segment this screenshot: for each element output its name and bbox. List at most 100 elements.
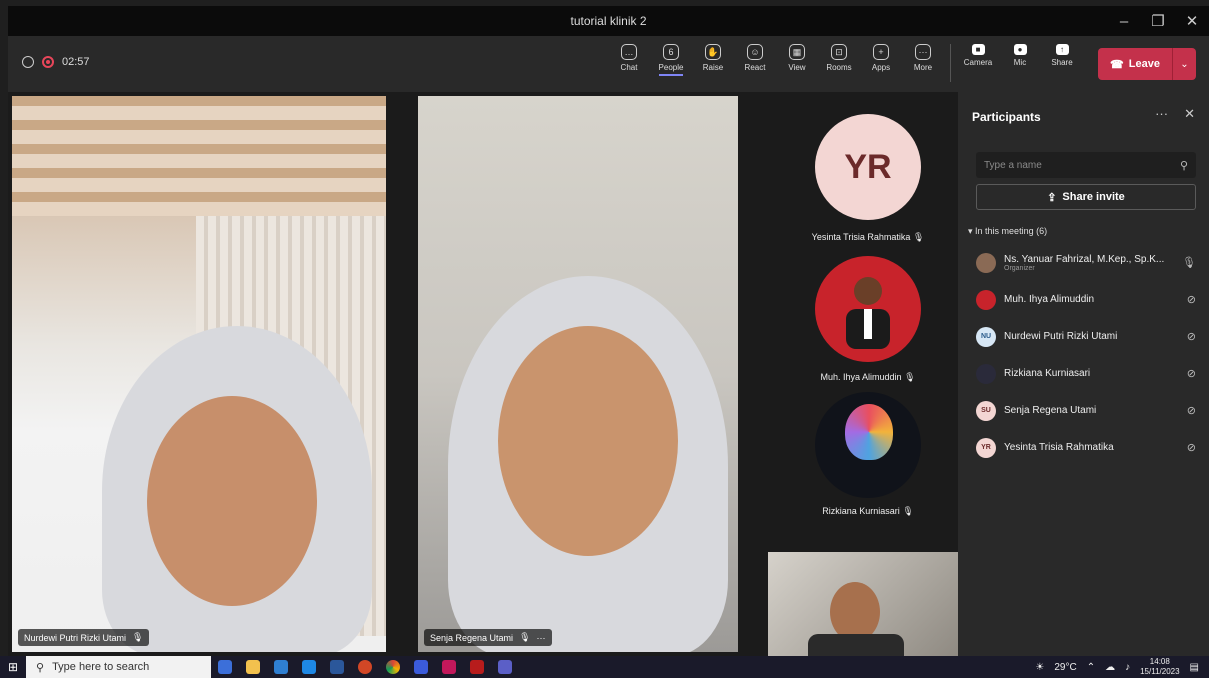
people-icon: 6 xyxy=(663,44,679,60)
raise-hand-button[interactable]: ✋ Raise xyxy=(692,44,734,82)
participant-row[interactable]: YR Yesinta Trisia Rahmatika ⊘ xyxy=(976,429,1198,466)
participant-row[interactable]: NU Nurdewi Putri Rizki Utami ⊘ xyxy=(976,318,1198,355)
participant-search[interactable]: ⚲ xyxy=(976,152,1196,178)
leave-control: ☎ Leave ⌄ xyxy=(1098,48,1196,80)
camera-button[interactable]: ■ Camera xyxy=(957,44,999,82)
title-bar: tutorial klinik 2 – ❐ ✕ xyxy=(8,6,1209,36)
weather-temp: 29°C xyxy=(1054,661,1077,673)
recording-icon xyxy=(42,56,54,68)
file-explorer-icon[interactable] xyxy=(239,656,267,678)
avatar: NU xyxy=(976,326,996,347)
chevron-up-icon[interactable]: ⌃ xyxy=(1087,662,1095,673)
avatar-yesinta[interactable]: YR xyxy=(815,114,921,220)
windows-taskbar: ⊞ ⚲ Type here to search ☀ 29°C ⌃ ☁ ♪ 14:… xyxy=(0,656,1209,678)
mic-muted-icon: 🎙 xyxy=(904,372,916,382)
mic-muted-icon: 🎙 xyxy=(519,632,531,642)
view-icon: ▦ xyxy=(789,44,805,60)
toolbar-actions: … Chat 6 People ✋ Raise ☺ React ▦ View ⊡… xyxy=(608,44,1083,82)
camera-icon: ■ xyxy=(971,44,985,55)
video-stage: Nurdewi Putri Rizki Utami 🎙 Senja Regena… xyxy=(8,92,958,656)
system-tray: ☀ 29°C ⌃ ☁ ♪ 14:08 15/11/2023 ▤ xyxy=(1035,656,1209,678)
mic-muted-icon: 🎙 xyxy=(912,232,925,242)
notification-icon[interactable]: ▤ xyxy=(1190,662,1199,673)
avatar-label: Yesinta Trisia Rahmatika 🎙 xyxy=(811,232,925,242)
taskbar-search[interactable]: ⚲ Type here to search xyxy=(26,656,211,678)
more-icon[interactable]: ··· xyxy=(537,633,546,643)
leave-dropdown-button[interactable]: ⌄ xyxy=(1172,48,1196,80)
weather-icon: ☀ xyxy=(1035,661,1045,673)
view-button[interactable]: ▦ View xyxy=(776,44,818,82)
meeting-timer: 02:57 xyxy=(62,56,90,68)
video-tile-senja[interactable]: Senja Regena Utami 🎙 ··· xyxy=(418,96,738,652)
people-button[interactable]: 6 People xyxy=(650,44,692,82)
chat-icon: … xyxy=(621,44,637,60)
mic-muted-icon: ⊘ xyxy=(1186,294,1196,306)
participant-row[interactable]: Rizkiana Kurniasari ⊘ xyxy=(976,355,1198,392)
avatar xyxy=(976,252,996,273)
participant-search-input[interactable] xyxy=(984,159,1164,171)
minimize-button[interactable]: – xyxy=(1107,6,1141,36)
self-view-video[interactable] xyxy=(768,552,958,656)
system-clock[interactable]: 14:08 15/11/2023 xyxy=(1140,657,1179,677)
app-icon[interactable] xyxy=(463,656,491,678)
more-button[interactable]: ··· More xyxy=(902,44,944,82)
avatar-ihya[interactable] xyxy=(815,256,921,362)
more-options-icon[interactable]: ··· xyxy=(1155,106,1168,122)
tile-name-label: Senja Regena Utami 🎙 ··· xyxy=(424,629,552,646)
mic-button[interactable]: ● Mic xyxy=(999,44,1041,82)
participant-row[interactable]: Muh. Ihya Alimuddin ⊘ xyxy=(976,281,1198,318)
rooms-icon: ⊡ xyxy=(831,44,847,60)
close-icon[interactable]: ✕ xyxy=(1184,106,1195,122)
phone-icon: ☎ xyxy=(1110,58,1124,71)
video-tile-nurdewi[interactable]: Nurdewi Putri Rizki Utami 🎙 xyxy=(12,96,386,652)
toolbar-divider xyxy=(950,44,951,82)
avatar-column: YR Yesinta Trisia Rahmatika 🎙 Muh. Ihya … xyxy=(778,92,958,552)
apps-icon: + xyxy=(873,44,889,60)
store-icon[interactable] xyxy=(267,656,295,678)
participants-panel: Participants ··· ✕ ⚲ ⇪ Share invite ▾ In… xyxy=(958,92,1209,656)
calendar-icon[interactable] xyxy=(435,656,463,678)
share-invite-button[interactable]: ⇪ Share invite xyxy=(976,184,1196,210)
search-icon: ⚲ xyxy=(36,661,45,674)
teams-icon[interactable] xyxy=(491,656,519,678)
search-icon: ⚲ xyxy=(1179,159,1188,172)
meeting-status: 02:57 xyxy=(22,56,90,68)
mic-muted-icon: 🎙 xyxy=(902,506,914,516)
leave-button[interactable]: ☎ Leave xyxy=(1098,48,1172,80)
powerpoint-icon[interactable] xyxy=(351,656,379,678)
avatar: YR xyxy=(976,437,996,458)
participant-face xyxy=(830,582,880,642)
window-title: tutorial klinik 2 xyxy=(570,14,647,28)
participant-list: Ns. Yanuar Fahrizal, M.Kep., Sp.K... Orga… xyxy=(976,244,1198,466)
caret-down-icon: ▾ xyxy=(968,226,973,236)
avatar-rizkiana[interactable] xyxy=(815,392,921,498)
app-icon[interactable] xyxy=(407,656,435,678)
mail-icon[interactable] xyxy=(295,656,323,678)
maximize-button[interactable]: ❐ xyxy=(1141,6,1175,36)
participant-row[interactable]: Ns. Yanuar Fahrizal, M.Kep., Sp.K... Orga… xyxy=(976,244,1198,281)
shield-icon xyxy=(22,56,34,68)
mic-muted-icon: 🎙 xyxy=(132,632,144,642)
rooms-button[interactable]: ⊡ Rooms xyxy=(818,44,860,82)
windows-start-icon[interactable]: ⊞ xyxy=(0,660,26,674)
chrome-icon[interactable] xyxy=(379,656,407,678)
meeting-section-header[interactable]: ▾ In this meeting (6) xyxy=(968,226,1047,237)
mic-icon: 🎙 xyxy=(1182,257,1196,269)
apps-button[interactable]: + Apps xyxy=(860,44,902,82)
hand-icon: ✋ xyxy=(705,44,721,60)
volume-icon[interactable]: ♪ xyxy=(1125,662,1130,673)
mic-icon: ● xyxy=(1013,44,1027,55)
chat-button[interactable]: … Chat xyxy=(608,44,650,82)
close-button[interactable]: ✕ xyxy=(1175,6,1209,36)
chevron-down-icon: ⌄ xyxy=(1180,58,1189,70)
task-view-icon[interactable] xyxy=(211,656,239,678)
avatar: SU xyxy=(976,400,996,421)
react-button[interactable]: ☺ React xyxy=(734,44,776,82)
share-button[interactable]: ↑ Share xyxy=(1041,44,1083,82)
smile-icon: ☺ xyxy=(747,44,763,60)
panel-title: Participants xyxy=(972,110,1041,124)
mic-muted-icon: ⊘ xyxy=(1186,331,1196,343)
participant-row[interactable]: SU Senja Regena Utami ⊘ xyxy=(976,392,1198,429)
word-icon[interactable] xyxy=(323,656,351,678)
network-icon[interactable]: ☁ xyxy=(1105,662,1115,673)
